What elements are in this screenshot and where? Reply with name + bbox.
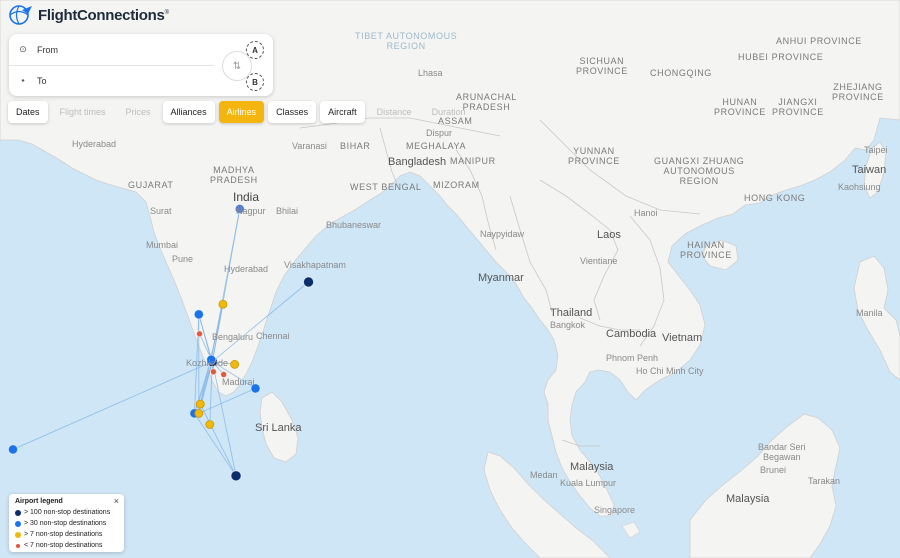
from-placeholder: From [37, 44, 58, 55]
filter-flight-times[interactable]: Flight times [52, 101, 114, 123]
to-field[interactable]: ⬩ To [9, 65, 214, 96]
airport-marker[interactable]: Bangkok Don Mueang [206, 354, 217, 365]
filter-distance[interactable]: Distance [369, 101, 420, 123]
point-a-marker: A [246, 41, 264, 59]
legend-title: Airport legend [15, 498, 63, 505]
legend-close-button[interactable]: × [114, 496, 119, 506]
filter-dates[interactable]: Dates [8, 101, 48, 123]
filter-alliances[interactable]: Alliances [162, 101, 215, 123]
globe-plane-icon [9, 5, 32, 25]
legend-dot-icon [16, 543, 20, 548]
airport-marker[interactable]: Trat [220, 371, 228, 378]
point-b-marker: B [246, 73, 264, 91]
to-placeholder: To [37, 75, 47, 86]
legend-item: > 100 non-stop destinations [15, 509, 110, 516]
brand-logo[interactable]: FlightConnections® [8, 4, 169, 26]
filter-duration[interactable]: Duration [424, 101, 474, 123]
swap-arrows-icon: ⇅ [232, 60, 242, 72]
airport-marker[interactable]: Singapore [230, 470, 242, 482]
origin-target-icon: ⊙ [19, 44, 27, 54]
land-philippines [853, 255, 900, 381]
land-riau [621, 521, 641, 539]
legend-dot-icon [15, 509, 21, 516]
filter-classes[interactable]: Classes [268, 101, 317, 123]
route-line [12, 361, 213, 450]
airport-marker[interactable]: Krabi [194, 408, 204, 418]
airport-legend: Airport legend × > 100 non-stop destinat… [9, 494, 124, 552]
legend-item: > 7 non-stop destinations [15, 531, 102, 538]
legend-item: > 30 non-stop destinations [15, 520, 106, 527]
airport-marker[interactable]: Mae Sot [196, 330, 203, 338]
airport-marker[interactable]: Hong Kong [303, 276, 314, 288]
filter-prices[interactable]: Prices [118, 101, 159, 123]
airport-marker[interactable]: Chiang Mai [193, 309, 204, 320]
airport-marker[interactable]: Hua Hin [210, 368, 217, 376]
filter-bar: Dates Flight times Prices Alliances Airl… [8, 101, 474, 123]
from-field[interactable]: ⊙ From [9, 34, 214, 66]
airport-marker[interactable]: Malé [8, 444, 19, 455]
land-hainan [701, 239, 739, 271]
airport-marker[interactable]: Hat Yai [205, 420, 215, 429]
route-search-box: ⊙ From ⬩ To ⇅ A B [9, 34, 273, 96]
legend-dot-icon [15, 531, 21, 538]
filter-aircraft[interactable]: Aircraft [320, 101, 365, 123]
route-line [199, 403, 237, 477]
airport-marker[interactable]: Surat Thani [195, 399, 205, 409]
airport-marker[interactable]: Chongqing area [234, 203, 245, 214]
legend-dot-icon [15, 520, 21, 527]
filter-airlines[interactable]: Airlines [218, 101, 265, 123]
land-sri-lanka [259, 391, 299, 463]
land-borneo [689, 413, 841, 558]
location-pin-icon: ⬩ [21, 75, 25, 85]
airport-marker[interactable]: Siem Reap [230, 359, 240, 369]
legend-item: < 7 non-stop destinations [15, 542, 102, 549]
airport-marker[interactable]: Ho Chi Minh City [250, 383, 261, 394]
brand-name: FlightConnections® [38, 6, 169, 24]
land-taiwan [863, 141, 887, 199]
airport-marker[interactable]: Luang Prabang [218, 299, 228, 309]
